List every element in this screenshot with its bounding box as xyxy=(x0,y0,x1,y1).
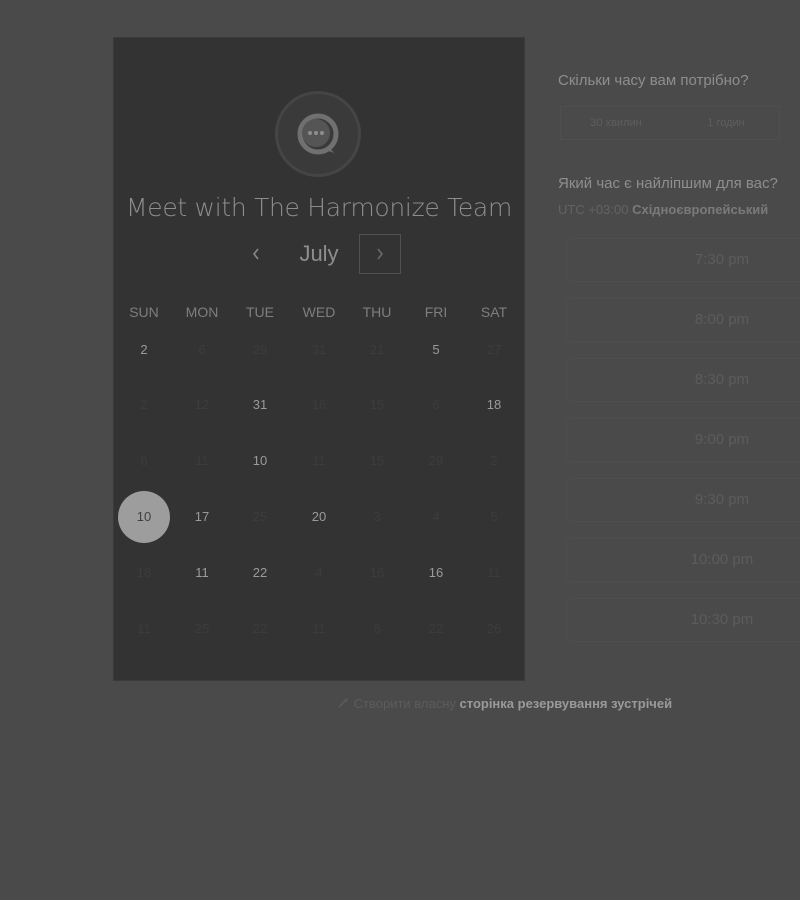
weekday-sat: SAT xyxy=(480,304,508,320)
time-slot-label: 7:30 pm xyxy=(694,251,750,268)
calendar-day: 22 xyxy=(252,621,268,636)
duration-question: Скільки часу вам потрібно? xyxy=(558,72,749,89)
time-slot-label: 10:30 pm xyxy=(690,611,754,628)
calendar-day: 18 xyxy=(136,565,152,580)
calendar-day: 26 xyxy=(486,621,502,636)
booking-page: Meet with The Harmonize Team July SUN MO… xyxy=(0,0,800,900)
calendar-day: 6 xyxy=(432,397,440,412)
calendar-day: 15 xyxy=(369,453,385,468)
calendar-day: 5 xyxy=(490,509,498,524)
calendar-day: 2 xyxy=(140,397,148,412)
chevron-right-icon xyxy=(377,248,384,260)
calendar-day: 25 xyxy=(194,621,210,636)
team-logo xyxy=(278,94,358,174)
calendar-day: 22 xyxy=(428,621,444,636)
weekday-mon: MON xyxy=(185,304,219,320)
time-slot[interactable]: 10:30 pm xyxy=(566,598,800,642)
month-label: July xyxy=(299,241,339,266)
time-slot[interactable]: 9:30 pm xyxy=(566,478,800,522)
calendar-day: 11 xyxy=(312,621,326,636)
time-question: Який час є найліпшим для вас? xyxy=(558,175,778,192)
weekday-sun: SUN xyxy=(129,304,159,320)
calendar-day: 16 xyxy=(369,565,385,580)
calendar-day: 6 xyxy=(140,453,148,468)
time-slot-label: 8:00 pm xyxy=(694,311,750,328)
calendar-day: 31 xyxy=(311,342,327,357)
calendar-day: 4 xyxy=(432,509,440,524)
duration-selector: 30 хвилин 1 годин xyxy=(560,106,780,140)
time-slot-label: 8:30 pm xyxy=(694,371,750,388)
calendar-day: 16 xyxy=(311,397,327,412)
timezone-offset: UTC +03:00 xyxy=(558,202,629,217)
calendar-day[interactable]: 10 xyxy=(234,435,286,487)
create-booking-page-link[interactable]: Створити власну сторінка резервування зу… xyxy=(336,696,672,711)
calendar-card: Meet with The Harmonize Team July SUN MO… xyxy=(114,38,524,680)
chevron-left-icon xyxy=(252,248,259,260)
footer-link[interactable]: сторінка резервування зустрічей xyxy=(460,696,673,711)
calendar-day[interactable]: 20 xyxy=(293,491,345,543)
calendar-day[interactable]: 16 xyxy=(410,547,462,599)
page-title: Meet with The Harmonize Team xyxy=(125,193,513,222)
calendar-day: 29 xyxy=(252,342,268,357)
calendar-day[interactable]: 2 xyxy=(118,324,170,376)
chat-bubble-icon xyxy=(297,113,339,155)
duration-option-1-hour[interactable]: 1 годин xyxy=(671,107,781,139)
calendar-day[interactable]: 5 xyxy=(410,324,462,376)
time-slot-label: 9:00 pm xyxy=(694,431,750,448)
next-month-button[interactable] xyxy=(359,234,401,274)
month-navigation: July xyxy=(114,234,524,276)
calendar-day: 29 xyxy=(428,453,444,468)
weekday-header: SUN MON TUE WED THU FRI SAT xyxy=(114,304,524,324)
calendar-day: 11 xyxy=(195,453,209,468)
calendar-day: 27 xyxy=(486,342,502,357)
timezone-name: Східноєвропейський xyxy=(632,202,769,217)
calendar-day: 11 xyxy=(487,565,501,580)
sparkle-icon xyxy=(338,697,349,708)
calendar-day: 25 xyxy=(252,509,268,524)
time-slot[interactable]: 7:30 pm xyxy=(566,238,800,282)
calendar-day[interactable]: 17 xyxy=(176,491,228,543)
calendar-day[interactable]: 11 xyxy=(176,547,228,599)
prev-month-button[interactable] xyxy=(240,238,272,270)
duration-option-30-min[interactable]: 30 хвилин xyxy=(561,107,671,139)
calendar-day: 2 xyxy=(490,453,498,468)
time-slot[interactable]: 10:00 pm xyxy=(566,538,800,582)
weekday-fri: FRI xyxy=(424,304,448,320)
timezone-label[interactable]: UTC +03:00 Східноєвропейський xyxy=(558,202,768,217)
calendar-day: 11 xyxy=(312,453,326,468)
calendar-day: 11 xyxy=(137,621,151,636)
calendar-day: 8 xyxy=(373,621,381,636)
time-slot[interactable]: 8:30 pm xyxy=(566,358,800,402)
calendar-day[interactable]: 18 xyxy=(468,379,520,431)
calendar-day: 4 xyxy=(315,565,323,580)
time-slot[interactable]: 9:00 pm xyxy=(566,418,800,462)
time-slot[interactable]: 8:00 pm xyxy=(566,298,800,342)
calendar-day: 21 xyxy=(369,342,385,357)
weekday-wed: WED xyxy=(302,304,336,320)
weekday-tue: TUE xyxy=(246,304,274,320)
time-slot-label: 9:30 pm xyxy=(694,491,750,508)
calendar-day: 6 xyxy=(198,342,206,357)
selected-day[interactable]: 10 xyxy=(118,491,170,543)
calendar-day[interactable]: 31 xyxy=(234,379,286,431)
calendar-day: 3 xyxy=(373,509,381,524)
calendar-day[interactable]: 22 xyxy=(234,547,286,599)
calendar-day: 12 xyxy=(194,397,210,412)
footer-text: Створити власну xyxy=(353,696,456,711)
calendar-day: 15 xyxy=(369,397,385,412)
weekday-thu: THU xyxy=(362,304,392,320)
time-slot-label: 10:00 pm xyxy=(690,551,754,568)
